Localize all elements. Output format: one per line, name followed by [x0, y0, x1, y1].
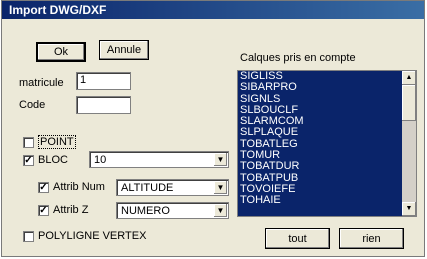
list-item[interactable]: TOBATDUR: [240, 161, 416, 173]
point-label: POINT: [38, 135, 76, 149]
list-item[interactable]: TOHAIE: [240, 194, 416, 206]
layers-list: SIGLISS SIBARPRO SIGNLS SLBOUCLF SLARMCO…: [238, 71, 416, 207]
matricule-input[interactable]: 1: [76, 72, 131, 90]
chevron-down-icon[interactable]: ▼: [214, 181, 227, 194]
attrib-num-label: Attrib Num: [53, 181, 105, 193]
title-bar: Import DWG/DXF: [2, 1, 424, 19]
arrow-up-icon[interactable]: ▲: [402, 71, 416, 85]
import-dialog: Import DWG/DXF Ok Annule matricule 1 Cod…: [1, 0, 425, 257]
select-none-button[interactable]: rien: [339, 228, 404, 249]
point-checkbox[interactable]: [23, 137, 34, 148]
attrib-z-select[interactable]: NUMERO ▼: [116, 202, 229, 219]
attrib-z-label: Attrib Z: [53, 204, 89, 216]
attrib-z-select-value: NUMERO: [121, 205, 170, 217]
bloc-select[interactable]: 10 ▼: [89, 151, 229, 168]
layers-scrollbar[interactable]: ▲ ▼: [402, 71, 416, 216]
attrib-num-select-value: ALTITUDE: [121, 182, 174, 194]
window-title: Import DWG/DXF: [9, 3, 107, 17]
bloc-checkbox[interactable]: ✓: [23, 155, 34, 166]
checkmark-icon: ✓: [39, 182, 48, 193]
bloc-select-value: 10: [94, 154, 107, 166]
chevron-down-icon[interactable]: ▼: [214, 204, 227, 217]
layers-heading: Calques pris en compte: [240, 52, 356, 64]
checkmark-icon: ✓: [39, 205, 48, 216]
checkmark-icon: ✓: [24, 155, 33, 166]
cancel-button[interactable]: Annule: [99, 40, 149, 60]
attrib-num-checkbox[interactable]: ✓: [38, 182, 49, 193]
code-label: Code: [19, 99, 46, 111]
matricule-label: matricule: [19, 77, 64, 89]
bloc-label: BLOC: [38, 154, 68, 166]
scrollbar-thumb[interactable]: [402, 85, 416, 121]
attrib-num-select[interactable]: ALTITUDE ▼: [116, 179, 229, 196]
arrow-down-icon[interactable]: ▼: [402, 202, 416, 216]
chevron-down-icon[interactable]: ▼: [214, 153, 227, 166]
polyligne-label: POLYLIGNE VERTEX: [38, 230, 147, 242]
polyligne-checkbox[interactable]: [23, 231, 34, 242]
ok-button[interactable]: Ok: [36, 42, 86, 62]
code-input[interactable]: [76, 96, 131, 114]
attrib-z-checkbox[interactable]: ✓: [38, 205, 49, 216]
list-item[interactable]: SIBARPRO: [240, 81, 416, 93]
layers-listbox[interactable]: SIGLISS SIBARPRO SIGNLS SLBOUCLF SLARMCO…: [237, 70, 417, 217]
select-all-button[interactable]: tout: [265, 228, 330, 249]
